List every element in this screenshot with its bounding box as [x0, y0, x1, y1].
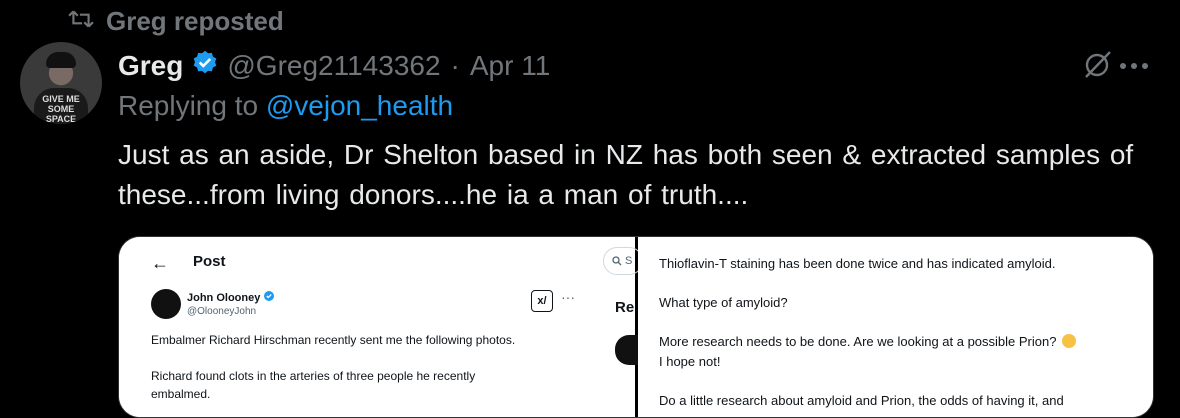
inner-side-heading: Re: [615, 299, 635, 316]
separator: ·: [450, 50, 460, 81]
right-para-4: Do a little research about amyloid and P…: [659, 393, 1064, 408]
replying-to: Replying to @vejon_health: [118, 90, 453, 122]
avatar-shirt-text: GIVE ME SOME SPACE: [34, 88, 88, 124]
verified-badge-icon: [191, 49, 219, 84]
inner-page-title: Post: [193, 253, 226, 270]
repost-label: Greg reposted: [106, 5, 284, 36]
inner-para-2: Richard found clots in the arteries of t…: [151, 369, 476, 401]
right-para-3b: I hope not!: [659, 354, 721, 369]
right-para-3a: More research needs to be done. Are we l…: [659, 334, 1057, 349]
tweet-actions: [1082, 48, 1150, 85]
thinking-face-icon: [1062, 334, 1077, 348]
right-para-2: What type of amyloid?: [659, 295, 788, 310]
media-attachment[interactable]: ← Post S Re John Olooney @OlooneyJohn x/…: [118, 236, 1154, 418]
avatar[interactable]: GIVE ME SOME SPACE: [20, 42, 102, 124]
tweet-date[interactable]: Apr 11: [470, 50, 550, 82]
tweet-text: Just as an aside, Dr Shelton based in NZ…: [118, 139, 1134, 210]
author-handle[interactable]: @Greg21143362: [227, 50, 440, 82]
grok-icon[interactable]: [1082, 48, 1114, 85]
tweet-header: Greg @Greg21143362 · Apr 11: [118, 46, 550, 86]
inner-author-handle: @OlooneyJohn: [187, 306, 257, 317]
repost-icon: [68, 6, 94, 37]
more-options-icon[interactable]: [1118, 58, 1150, 76]
right-para-1: Thioflavin-T staining has been done twic…: [659, 256, 1056, 271]
inner-para-1: Embalmer Richard Hirschman recently sent…: [151, 333, 516, 347]
replying-to-mention[interactable]: @vejon_health: [266, 90, 453, 121]
replying-to-prefix: Replying to: [118, 90, 266, 121]
inner-grok-icon: x/: [531, 290, 553, 312]
inner-author-avatar: [151, 289, 181, 319]
inner-author-name: John Olooney: [187, 291, 261, 304]
inner-author-row: John Olooney: [187, 290, 275, 305]
back-arrow-icon: ←: [151, 253, 169, 273]
inner-search-icon: S: [603, 247, 643, 275]
inner-search-text: S: [625, 255, 633, 267]
inner-side-avatar: [615, 335, 639, 365]
media-left-screenshot: ← Post S Re John Olooney @OlooneyJohn x/…: [119, 237, 643, 417]
repost-indicator[interactable]: Greg reposted: [68, 4, 284, 38]
media-right-screenshot: Thioflavin-T staining has been done twic…: [638, 237, 1153, 417]
inner-more-icon: ···: [561, 289, 575, 305]
inner-verified-icon: [263, 290, 275, 305]
right-para-3: More research needs to be done. Are we l…: [659, 332, 1129, 372]
author-name[interactable]: Greg: [118, 50, 183, 82]
